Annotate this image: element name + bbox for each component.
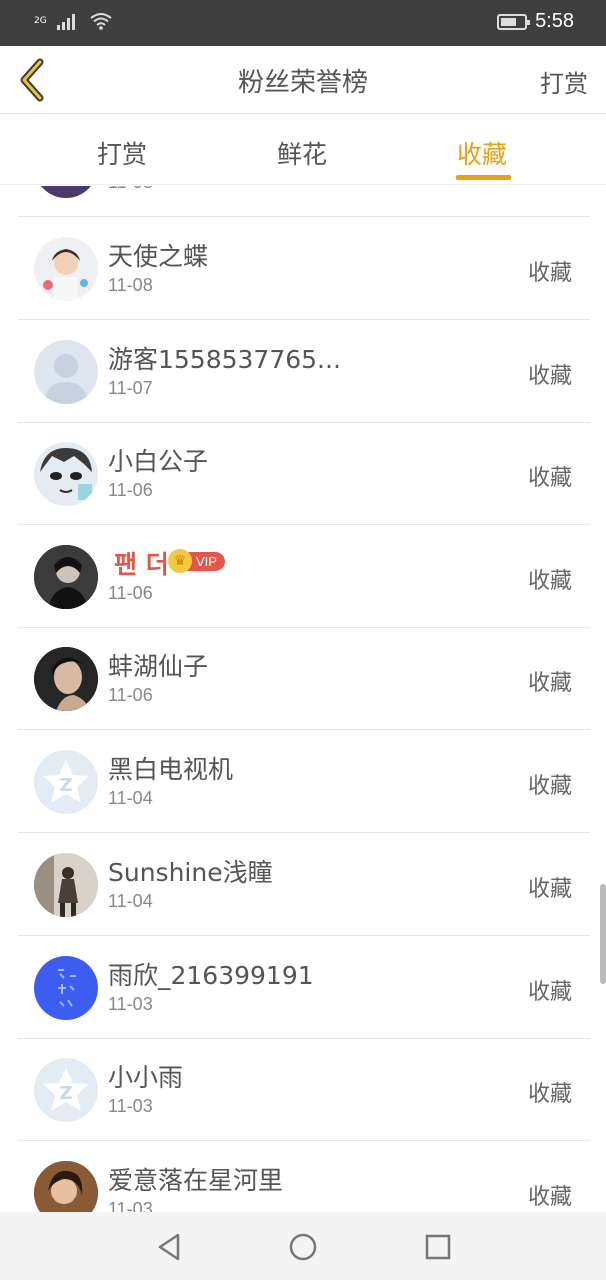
tab-flowers[interactable]: 鲜花 bbox=[277, 135, 327, 171]
row-date: 11-06 bbox=[108, 583, 153, 603]
avatar bbox=[34, 1161, 98, 1212]
list-item[interactable]: 小白公子 11-06 收藏 bbox=[18, 422, 590, 525]
signal-icon bbox=[56, 14, 75, 30]
system-nav-bar bbox=[0, 1212, 606, 1280]
row-action: 收藏 bbox=[527, 261, 572, 286]
svg-text:Z: Z bbox=[59, 1083, 72, 1104]
default-qq-icon: Z bbox=[43, 760, 89, 803]
row-date: 11-03 bbox=[108, 1096, 153, 1116]
row-date: 11-08 bbox=[108, 186, 153, 193]
recents-square-icon[interactable] bbox=[421, 1230, 455, 1264]
tab-favorites[interactable]: 收藏 bbox=[457, 135, 507, 171]
row-action: 收藏 bbox=[527, 774, 572, 799]
header: 粉丝荣誉榜 打赏 bbox=[0, 46, 606, 114]
row-action: 收藏 bbox=[527, 671, 572, 696]
scrollbar[interactable] bbox=[600, 884, 606, 984]
row-name: 爱意落在星河里 bbox=[108, 1166, 284, 1195]
status-bar: 2G 5:58 bbox=[0, 0, 606, 46]
row-date: 11-06 bbox=[108, 480, 153, 500]
row-action: 收藏 bbox=[527, 877, 572, 902]
row-date: 11-07 bbox=[108, 378, 153, 398]
avatar bbox=[34, 237, 98, 301]
crown-icon: ♛ bbox=[168, 549, 192, 573]
row-name: 蚌湖仙子 bbox=[108, 652, 209, 681]
row-name: 팬 더 bbox=[114, 550, 169, 579]
reward-button[interactable]: 打赏 bbox=[540, 64, 588, 99]
clock: 5:58 bbox=[535, 10, 574, 32]
page-title: 粉丝荣誉榜 bbox=[237, 68, 368, 98]
row-date: 11-03 bbox=[108, 1199, 153, 1212]
tab-bar: 打赏 鲜花 收藏 bbox=[0, 115, 606, 185]
list-item[interactable]: 팬 더 ♛ VIP 11-06 收藏 bbox=[18, 525, 590, 628]
fan-list[interactable]: 11-08 天使之蝶 11-08 收藏 游客1558537765... 11-0… bbox=[0, 186, 606, 1212]
row-action: 收藏 bbox=[527, 364, 572, 389]
avatar bbox=[34, 340, 98, 404]
row-name: 游客1558537765... bbox=[108, 345, 341, 374]
default-qq-icon: Z bbox=[43, 1068, 89, 1111]
avatar bbox=[34, 956, 98, 1020]
list-item[interactable]: 雨欣_216399191 11-03 收藏 bbox=[18, 936, 590, 1039]
row-date: 11-03 bbox=[108, 994, 153, 1014]
list-item[interactable]: Sunshine浅瞳 11-04 收藏 bbox=[18, 833, 590, 936]
avatar: Z bbox=[34, 750, 98, 814]
row-name: 黑白电视机 bbox=[108, 755, 234, 784]
row-name: 小白公子 bbox=[108, 447, 209, 476]
row-action: 收藏 bbox=[527, 1082, 572, 1107]
network-type: 2G bbox=[34, 15, 47, 26]
avatar bbox=[34, 853, 98, 917]
avatar bbox=[34, 545, 98, 609]
svg-text:Z: Z bbox=[59, 775, 72, 796]
avatar bbox=[34, 186, 98, 198]
vip-badge: ♛ VIP bbox=[168, 549, 225, 573]
row-name: 天使之蝶 bbox=[108, 242, 209, 271]
row-name: Sunshine浅瞳 bbox=[108, 858, 273, 887]
back-triangle-icon[interactable] bbox=[152, 1230, 186, 1264]
list-item[interactable]: 天使之蝶 11-08 收藏 bbox=[18, 217, 590, 320]
list-item[interactable]: 11-08 bbox=[18, 186, 590, 217]
row-date: 11-06 bbox=[108, 685, 153, 705]
avatar bbox=[34, 647, 98, 711]
row-action: 收藏 bbox=[527, 980, 572, 1005]
row-action: 收藏 bbox=[527, 1185, 572, 1210]
row-date: 11-04 bbox=[108, 891, 153, 911]
tab-reward[interactable]: 打赏 bbox=[97, 135, 147, 171]
battery-level bbox=[501, 17, 517, 26]
row-action: 收藏 bbox=[527, 466, 572, 491]
avatar: Z bbox=[34, 1058, 98, 1122]
list-item[interactable]: Z 黑白电视机 11-04 收藏 bbox=[18, 730, 590, 833]
row-name: 小小雨 bbox=[108, 1063, 184, 1092]
battery-icon bbox=[497, 13, 531, 30]
list-item[interactable]: Z 小小雨 11-03 收藏 bbox=[18, 1038, 590, 1141]
row-date: 11-08 bbox=[108, 275, 153, 295]
default-person-icon bbox=[44, 354, 88, 404]
row-action: 收藏 bbox=[527, 569, 572, 594]
row-name: 雨欣_216399191 bbox=[108, 961, 314, 990]
active-tab-indicator bbox=[456, 175, 511, 180]
home-circle-icon[interactable] bbox=[286, 1230, 320, 1264]
avatar bbox=[34, 442, 98, 506]
list-item[interactable]: 爱意落在星河里 11-03 收藏 bbox=[18, 1141, 590, 1212]
row-date: 11-04 bbox=[108, 788, 153, 808]
list-item[interactable]: 游客1558537765... 11-07 收藏 bbox=[18, 320, 590, 423]
wifi-icon bbox=[90, 13, 112, 30]
list-item[interactable]: 蚌湖仙子 11-06 收藏 bbox=[18, 627, 590, 730]
